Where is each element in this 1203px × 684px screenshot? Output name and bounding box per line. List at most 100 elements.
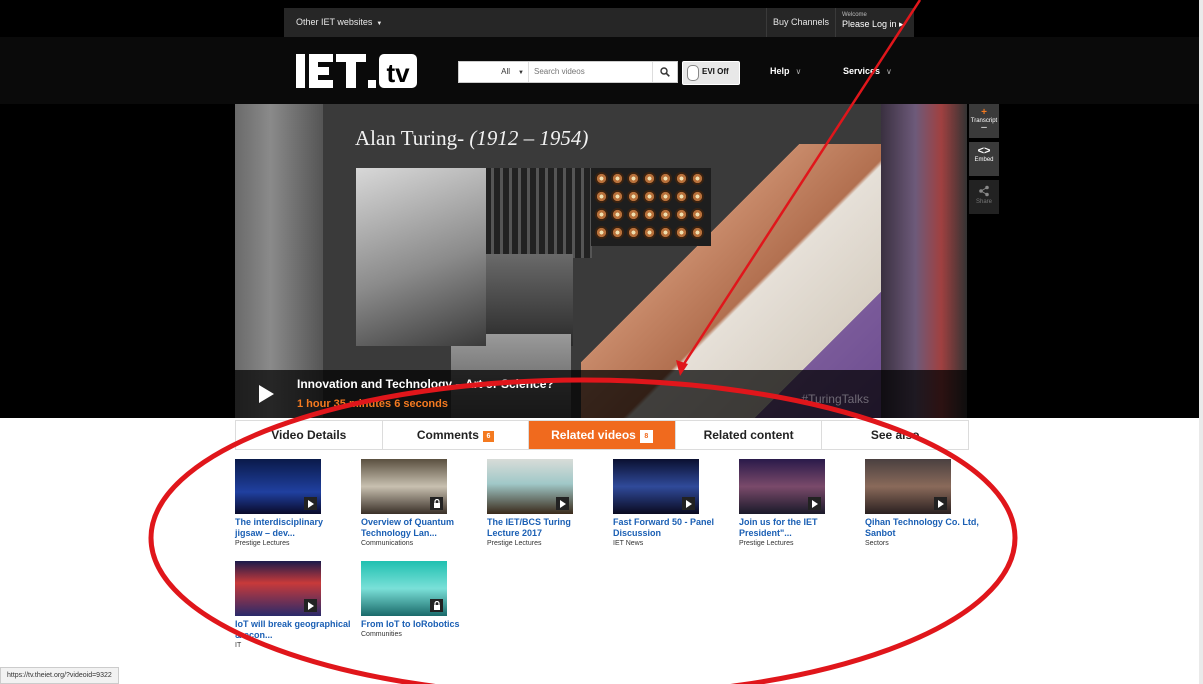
video-category: Communications (361, 540, 414, 547)
player-side-tools: + Transcript – <> Embed Share (969, 104, 999, 218)
rotor-wheel (611, 190, 624, 203)
video-player[interactable]: Alan Turing- (1912 – 1954) Innovation an… (235, 104, 967, 418)
video-title: Innovation and Technology – Art or Scien… (297, 377, 554, 391)
help-menu[interactable]: Help ∨ (770, 66, 801, 76)
rotor-wheel (643, 208, 656, 221)
buy-channels-link[interactable]: Buy Channels (766, 8, 836, 37)
video-title-link[interactable]: The interdisciplinary jigsaw – dev... (235, 517, 351, 539)
search-filter-select[interactable]: All ▼ (459, 62, 529, 82)
rotor-wheel (627, 208, 640, 221)
rotor-wheel (691, 172, 704, 185)
video-thumbnail[interactable] (235, 561, 321, 616)
evi-toggle-button[interactable]: EVI Off (682, 61, 740, 85)
rotor-wheel (691, 226, 704, 239)
rotor-wheel (675, 208, 688, 221)
related-video-card[interactable]: Fast Forward 50 - Panel Discussion IET Ne… (613, 459, 729, 547)
rotor-wheel (675, 190, 688, 203)
video-thumbnail[interactable] (613, 459, 699, 514)
video-title-link[interactable]: Fast Forward 50 - Panel Discussion (613, 517, 729, 539)
video-category: Sectors (865, 540, 889, 547)
search-input[interactable] (531, 63, 655, 80)
related-video-card[interactable]: IoT will break geographical & econ... IT (235, 561, 351, 649)
toggle-icon (687, 65, 699, 81)
video-thumbnail[interactable] (361, 561, 447, 616)
video-thumbnail[interactable] (739, 459, 825, 514)
plus-icon: + (981, 107, 987, 118)
embed-button[interactable]: <> Embed (969, 142, 999, 176)
rotor-wheel (627, 226, 640, 239)
share-icon (979, 185, 989, 197)
lock-icon (430, 497, 443, 510)
caret-down-icon: ▼ (518, 70, 524, 76)
rotor-wheel (659, 172, 672, 185)
tab-related-videos[interactable]: Related videos 8 (529, 421, 676, 449)
login-link[interactable]: Please Log in ▸ (842, 19, 904, 30)
video-title-link[interactable]: Overview of Quantum Technology Lan... (361, 517, 477, 539)
video-title-link[interactable]: The IET/BCS Turing Lecture 2017 (487, 517, 603, 539)
bombe-machine-photo (476, 168, 592, 258)
tab-comments[interactable]: Comments 6 (383, 421, 530, 449)
caret-down-icon: ▼ (376, 21, 383, 27)
scrollbar[interactable] (1199, 0, 1203, 684)
rotor-wheel (595, 172, 608, 185)
svg-text:tv: tv (386, 58, 410, 88)
rotor-wheel (675, 172, 688, 185)
play-icon (304, 599, 317, 612)
video-title-link[interactable]: IoT will break geographical & econ... (235, 619, 351, 641)
video-thumbnail[interactable] (361, 459, 447, 514)
related-video-card[interactable]: The interdisciplinary jigsaw – dev... Pre… (235, 459, 351, 547)
share-button[interactable]: Share (969, 180, 999, 214)
share-label: Share (975, 199, 992, 205)
tab-video-details[interactable]: Video Details (236, 421, 383, 449)
video-tabs: Video Details Comments 6 Related videos 8 … (235, 420, 969, 450)
video-duration: 1 hour 35 minutes 6 seconds (297, 398, 448, 410)
top-bar: Other IET websites ▼ Buy Channels Welcome… (284, 8, 914, 37)
video-category: Prestige Lectures (235, 540, 290, 547)
rotor-wheel (643, 190, 656, 203)
video-thumbnail[interactable] (235, 459, 321, 514)
chevron-down-icon: ∨ (886, 67, 892, 76)
play-icon (556, 497, 569, 510)
login-area[interactable]: Welcome Please Log in ▸ (842, 8, 904, 37)
video-title-link[interactable]: Qihan Technology Co. Ltd, Sanbot (865, 517, 981, 539)
portrait-photo (356, 168, 486, 346)
evi-label: EVI Off (702, 67, 729, 76)
related-video-card[interactable]: From IoT to IoRobotics Communities (361, 561, 477, 638)
video-title-link[interactable]: From IoT to IoRobotics (361, 619, 477, 630)
play-icon (808, 497, 821, 510)
other-iet-websites-dropdown[interactable]: Other IET websites ▼ (296, 8, 382, 37)
embed-label: Embed (974, 157, 994, 163)
tab-see-also[interactable]: See also (822, 421, 968, 449)
rotor-wheel (643, 226, 656, 239)
related-video-card[interactable]: Overview of Quantum Technology Lan... Com… (361, 459, 477, 547)
related-video-card[interactable]: Qihan Technology Co. Ltd, Sanbot Sectors (865, 459, 981, 547)
minus-icon: – (981, 122, 987, 133)
comments-count-badge: 6 (482, 431, 494, 442)
iet-tv-logo[interactable]: tv (296, 51, 418, 91)
related-video-card[interactable]: The IET/BCS Turing Lecture 2017 Prestige … (487, 459, 603, 547)
rotor-wheel (691, 208, 704, 221)
welcome-label: Welcome (842, 12, 867, 18)
rotor-wheel (595, 226, 608, 239)
rotor-wheel (595, 208, 608, 221)
related-video-card[interactable]: Join us for the IET President"... Prestig… (739, 459, 855, 547)
rotor-wheel (627, 172, 640, 185)
rotor-wheel (675, 226, 688, 239)
computer-photo (473, 254, 573, 346)
video-category: Prestige Lectures (739, 540, 794, 547)
services-menu[interactable]: Services ∨ (843, 66, 892, 76)
video-thumbnail[interactable] (865, 459, 951, 514)
video-thumbnail[interactable] (487, 459, 573, 514)
play-icon[interactable] (255, 383, 277, 405)
search-icon (660, 67, 670, 77)
rotor-wheel (659, 208, 672, 221)
transcript-button[interactable]: + Transcript – (969, 104, 999, 138)
play-icon (304, 497, 317, 510)
tab-related-content[interactable]: Related content (676, 421, 823, 449)
slide-title: Alan Turing- (1912 – 1954) (355, 126, 589, 150)
search-button[interactable] (652, 62, 677, 82)
video-title-link[interactable]: Join us for the IET President"... (739, 517, 855, 539)
player-control-bar: Innovation and Technology – Art or Scien… (235, 370, 967, 418)
status-bar-url: https://tv.theiet.org/?videoid=9322 (0, 667, 119, 684)
related-count-badge: 8 (639, 430, 653, 443)
